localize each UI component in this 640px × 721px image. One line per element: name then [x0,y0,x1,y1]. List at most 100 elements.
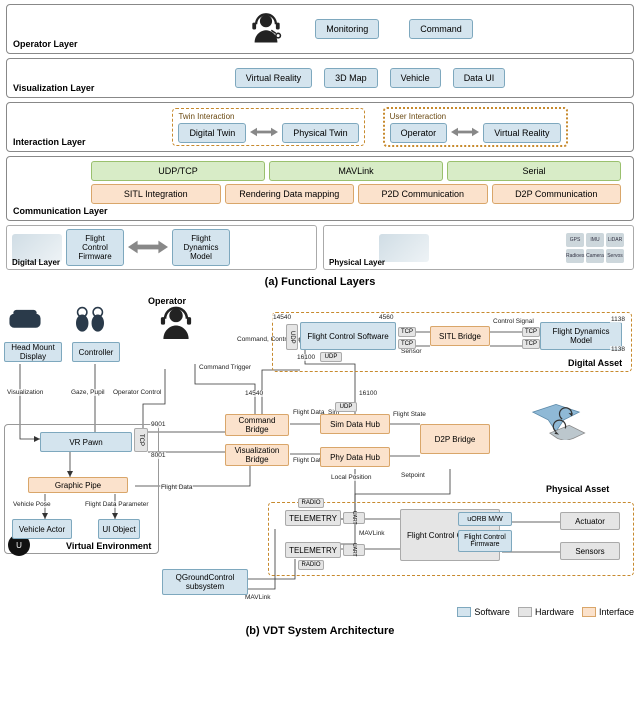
digital-twin-box: Digital Twin [178,123,246,143]
opctrl-lbl: Operator Control [112,389,162,396]
sitl-node: SITL Bridge [430,326,490,346]
p16100-lbl: 16100 [296,354,316,361]
legend-hardware: Hardware [518,607,574,617]
sitl-int-box: SITL Integration [91,184,221,204]
hmd-node: Head Mount Display [4,342,62,362]
ve-lbl: Virtual Environment [66,541,151,551]
qgc-node: QGroundControl subsystem [162,569,248,595]
user-interaction-group: User Interaction Operator Virtual Realit… [383,107,568,147]
fdm-tcp2-port: TCP [522,339,540,349]
fcs-udp-port: UDP [286,324,298,350]
controller-icon [70,306,110,336]
telemetry1-node: TELEMETRY [285,510,341,526]
command-box: Command [409,19,473,39]
fcf-box: Flight Control Firmware [66,229,124,266]
telemetry2-node: TELEMETRY [285,542,341,558]
sp-lbl: Setpoint [400,472,426,479]
camera-sensor-icon: Camera [586,249,604,263]
p1138b-lbl: 1138 [610,346,626,353]
graphicpipe-node: Graphic Pipe [28,477,128,493]
vrpawn-node: VR Pawn [40,432,132,452]
visualization-layer-label: Visualization Layer [13,83,94,93]
p8001-lbl: 8001 [150,452,166,459]
operator-icon [155,302,197,346]
radio-sensor-icon: Radioes [566,249,584,263]
twin-interaction-title: Twin Interaction [178,112,358,121]
vehicle-actor-node: Vehicle Actor [12,519,72,539]
viz-lbl: Visualization [6,389,44,396]
p2d-box: P2D Communication [358,184,488,204]
fcfb-node: Flight Control Firmware [458,530,512,552]
bidir-arrow-icon [128,239,168,257]
functional-layers-panel: Operator Layer Monitoring Command Visual… [0,0,640,272]
operator-label: Operator [148,296,186,306]
lidar-sensor-icon: LiDAR [606,233,624,247]
interaction-layer: Interaction Layer Twin Interaction Digit… [6,102,634,152]
gps-sensor-icon: GPS [566,233,584,247]
gaze-lbl: Gaze, Pupil [70,389,106,396]
hmd-icon [5,306,45,336]
d2p-bridge-node: D2P Bridge [420,424,490,454]
servo-sensor-icon: Servos [606,249,624,263]
communication-layer-label: Communication Layer [13,206,108,216]
da-lbl: Digital Asset [568,358,622,368]
map3d-box: 3D Map [324,68,378,88]
fcs-node: Flight Control Software [300,322,396,350]
physical-layer: Physical Layer GPS IMU LiDAR Radioes Cam… [323,225,634,270]
imu-sensor-icon: IMU [586,233,604,247]
p16100b-lbl: 16100 [358,390,378,397]
fdm-tcp-port: TCP [522,327,540,337]
p4560-lbl: 4560 [378,314,394,321]
digital-layer: Digital Layer Flight Control Firmware Fl… [6,225,317,270]
sim-hub-node: Sim Data Hub [320,414,390,434]
digital-physical-row: Digital Layer Flight Control Firmware Fl… [6,225,634,270]
tel-uart1: UART [343,512,365,524]
operator-icon [247,9,285,49]
uav-digital-icon [525,392,587,442]
system-architecture-panel: Visualization Gaze, Pupil Operator Contr… [0,294,640,619]
uav-photo-icon [379,234,429,262]
rendering-map-box: Rendering Data mapping [225,184,355,204]
caption-a: (a) Functional Layers [0,272,640,294]
bidir-arrow-icon [250,126,278,140]
bidir-arrow-icon [451,126,479,140]
sim-udp-port: UDP [335,402,357,412]
tel-radio1: RADIO [298,498,324,508]
cmdtrig-lbl: Command Trigger [198,364,252,371]
twin-interaction-group: Twin Interaction Digital Twin Physical T… [172,108,364,146]
interaction-layer-label: Interaction Layer [13,137,86,147]
udptcp-box: UDP/TCP [91,161,265,181]
p14540-lbl: 14540 [272,314,292,321]
legend-software: Software [457,607,510,617]
vis-bridge-node: Visualization Bridge [225,444,289,466]
fdm-box: Flight Dynamics Model [172,229,230,266]
p9001-lbl: 9001 [150,421,166,428]
dataui-box: Data UI [453,68,506,88]
physical-layer-label: Physical Layer [329,258,385,267]
actuator-node: Actuator [560,512,620,530]
tcp-port-9001: TCP [134,428,148,452]
visualization-layer: Visualization Layer Virtual Reality 3D M… [6,58,634,98]
mav-lbl2: MAVLink [244,594,272,601]
fcs-udp2-port: UDP [320,352,342,362]
digital-layer-label: Digital Layer [12,258,60,267]
controller-node: Controller [72,342,120,362]
vehicle-box: Vehicle [390,68,441,88]
lp-lbl: Local Position [330,474,372,481]
serial-box: Serial [447,161,621,181]
operator-layer-label: Operator Layer [13,39,78,49]
p14540b-lbl: 14540 [244,390,264,397]
fcs-tcp2-port: TCP [398,339,416,349]
operator-layer: Operator Layer Monitoring Command [6,4,634,54]
legend: Software Hardware Interface [457,607,634,617]
cmd-bridge-node: Command Bridge [225,414,289,436]
sensor-icons-grid: GPS IMU LiDAR Radioes Camera Servos [566,233,624,263]
uorb-node: uORB M/W [458,512,512,526]
vr-box2: Virtual Reality [483,123,560,143]
fstate-lbl: Flight State [392,411,427,418]
d2p-box: D2P Communication [492,184,622,204]
phy-hub-node: Phy Data Hub [320,447,390,467]
fcs-tcp-port: TCP [398,327,416,337]
tel-uart2: UART [343,544,365,556]
vr-box: Virtual Reality [235,68,312,88]
